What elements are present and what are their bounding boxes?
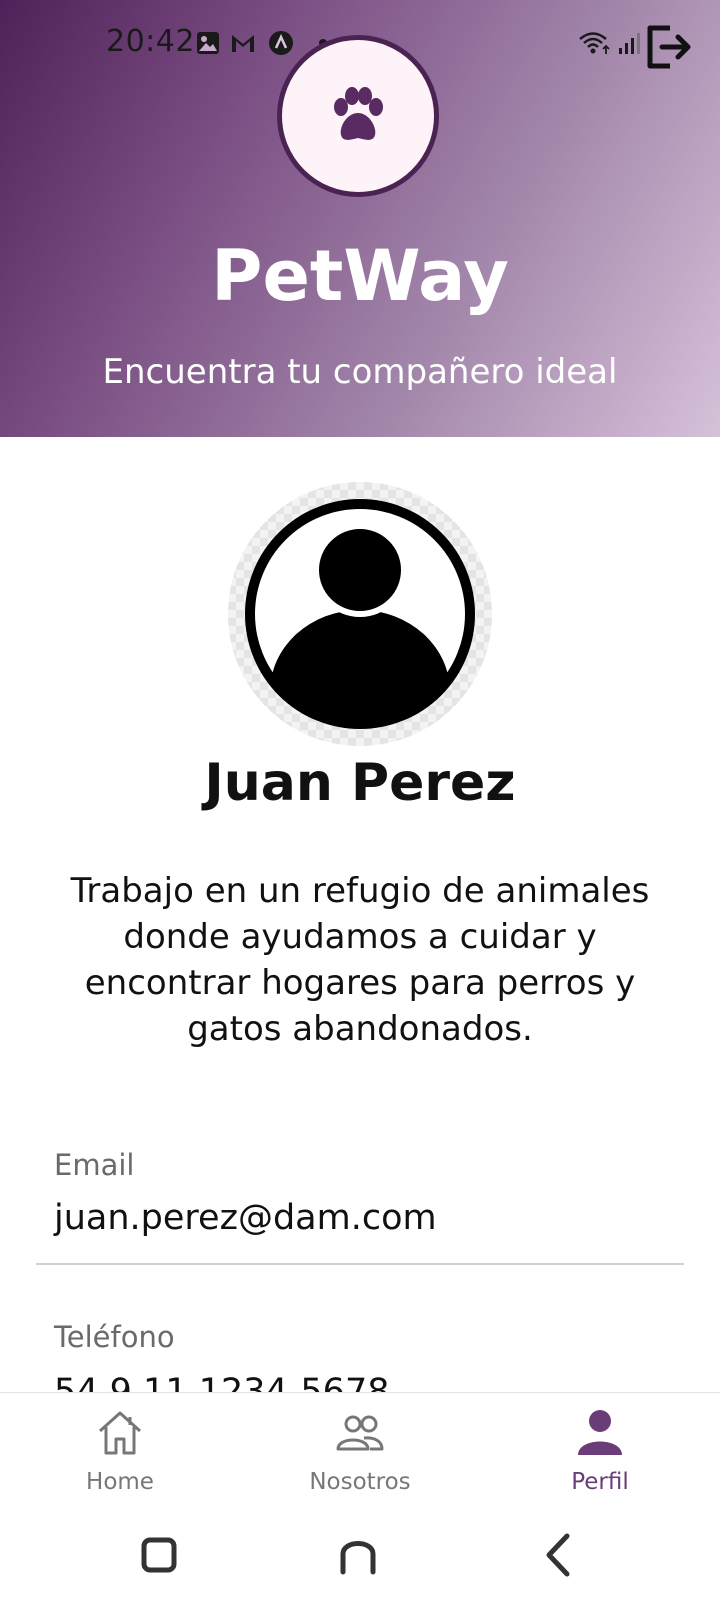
paw-icon — [334, 87, 383, 140]
app-logo — [277, 35, 439, 197]
nav-item-nosotros[interactable]: Nosotros — [270, 1393, 450, 1511]
back-icon[interactable] — [535, 1530, 585, 1580]
user-avatar-icon — [245, 499, 475, 729]
recents-icon[interactable] — [134, 1530, 184, 1580]
system-navigation-bar — [0, 1510, 720, 1600]
nav-label-nosotros: Nosotros — [309, 1469, 411, 1495]
email-label: Email — [54, 1148, 135, 1182]
email-field[interactable]: juan.perez@dam.com — [54, 1198, 437, 1238]
phone-label: Teléfono — [54, 1320, 175, 1354]
signal-icon — [619, 33, 640, 54]
wifi-icon — [579, 32, 610, 54]
nav-label-home: Home — [86, 1469, 154, 1495]
nav-item-perfil[interactable]: Perfil — [510, 1393, 690, 1511]
nav-item-home[interactable]: Home — [30, 1393, 210, 1511]
status-time: 20:42 — [106, 24, 195, 59]
app-title: PetWay — [211, 235, 509, 317]
gallery-icon — [197, 32, 219, 54]
field-divider — [36, 1263, 684, 1265]
people-icon — [336, 1415, 384, 1451]
avatar[interactable] — [228, 482, 492, 746]
app-header: 20:42 PetWay Encuentra tu compañero idea… — [0, 0, 720, 437]
nav-label-perfil: Perfil — [571, 1469, 629, 1495]
person-icon — [578, 1410, 622, 1455]
profile-bio: Trabajo en un refugio de animales donde … — [70, 871, 650, 1049]
app-subtitle: Encuentra tu compañero ideal — [102, 352, 618, 392]
home-icon — [98, 1411, 142, 1455]
profile-name: Juan Perez — [204, 753, 516, 813]
gmail-icon — [232, 35, 254, 52]
system-home-icon[interactable] — [333, 1530, 383, 1580]
logout-icon[interactable] — [644, 24, 694, 70]
app-icon — [269, 31, 293, 55]
bottom-navigation: Home Nosotros Perfil — [0, 1392, 720, 1511]
